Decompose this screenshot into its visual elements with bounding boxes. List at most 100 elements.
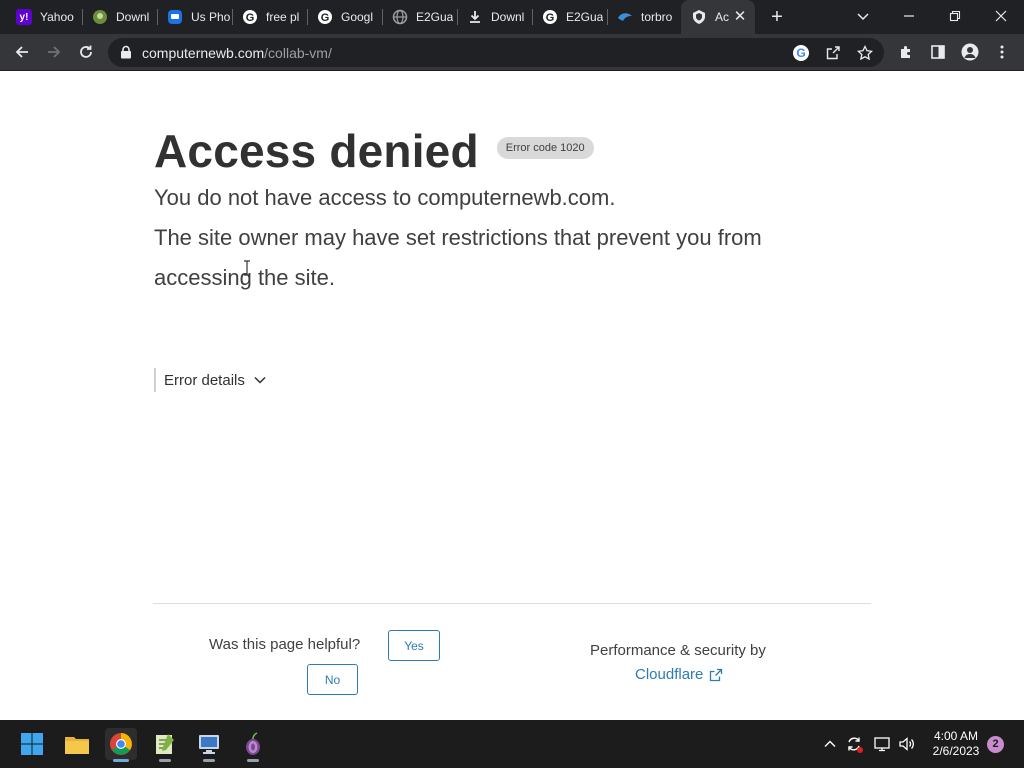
restore-icon [949,10,961,22]
profile-avatar-icon[interactable] [960,42,980,62]
extensions-icon[interactable] [896,42,916,62]
remote-desktop-taskbar-button[interactable] [193,728,225,762]
page-content: Access denied Error code 1020 You do not… [0,71,1024,720]
google-lens-icon[interactable]: G [791,43,811,63]
bookmark-star-icon[interactable] [855,43,875,63]
feedback-question: Was this page helpful? [209,636,361,653]
kebab-menu-icon[interactable] [992,42,1012,62]
arrow-left-icon [15,46,28,58]
running-indicator [113,759,129,762]
lock-icon [120,45,132,64]
google-icon: G [242,9,258,25]
cloudflare-link[interactable]: Cloudflare [635,666,723,683]
tab-download-1[interactable]: Downl [82,0,156,34]
tab-torbrowser[interactable]: torbro [607,0,681,34]
error-details-toggle[interactable]: Error details [154,368,267,392]
url-host: computernewb.com [142,45,265,61]
close-tab-icon[interactable]: ✕ [731,8,749,26]
chevron-down-icon [254,376,266,384]
network-icon[interactable] [872,734,892,754]
message-line-1: You do not have access to computernewb.c… [154,185,616,210]
monitor-icon [199,735,219,754]
minimize-icon [904,15,914,17]
svg-text:G: G [321,12,330,24]
tab-google[interactable]: G Googl [307,0,381,34]
running-indicator [159,759,171,762]
messenger-icon [167,9,183,25]
tab-access-denied[interactable]: Ac ✕ [681,0,755,34]
title-row: Access denied Error code 1020 [154,123,594,179]
reload-button[interactable] [74,40,98,64]
forward-button[interactable] [42,40,66,64]
system-clock[interactable]: 4:00 AM 2/6/2023 [924,729,988,759]
notification-badge[interactable]: 2 [987,736,1004,753]
minimize-button[interactable] [886,0,932,32]
start-button[interactable] [16,728,48,760]
tab-title: free pl [266,10,300,24]
chevron-up-icon[interactable] [820,734,840,754]
running-indicator [203,759,215,762]
clock-time: 4:00 AM [933,729,979,743]
new-tab-button[interactable]: + [766,6,788,28]
close-icon [995,10,1007,22]
tab-title: Yahoo [40,10,74,24]
url-path: /collab-vm/ [264,45,332,61]
globe-icon [392,9,408,25]
side-panel-icon[interactable] [928,42,948,62]
sync-icon[interactable] [844,734,864,754]
file-explorer-button[interactable] [61,728,93,760]
restore-button[interactable] [932,0,978,32]
url-text[interactable]: computernewb.com/collab-vm/ [142,45,332,61]
tab-us-phone[interactable]: Us Pho [157,0,231,34]
reload-icon [80,45,92,58]
google-icon: G [317,9,333,25]
error-code-badge: Error code 1020 [496,137,594,159]
tab-e2guardian-2[interactable]: G E2Gua [532,0,606,34]
tab-free-pl[interactable]: G free pl [232,0,306,34]
tab-strip: y! Yahoo Downl Us Pho G free pl G Googl … [0,0,1024,34]
external-link-icon [710,668,723,681]
address-bar[interactable]: computernewb.com/collab-vm/ G [108,38,884,67]
share-icon[interactable] [823,43,843,63]
tab-title: Downl [491,10,525,24]
tab-title: torbro [641,10,673,24]
tab-title: E2Gua [566,10,604,24]
svg-text:G: G [246,12,255,24]
cloudflare-site-icon [691,9,707,25]
tab-search-button[interactable] [840,0,886,32]
performance-label: Performance & security by [590,642,766,659]
notepadpp-taskbar-button[interactable] [149,728,181,762]
tab-title: E2Gua [416,10,454,24]
tab-download-2[interactable]: Downl [457,0,531,34]
google-icon: G [542,9,558,25]
torbrowser-icon [617,9,633,25]
download-icon [467,9,483,25]
cloudflare-link-label: Cloudflare [635,666,704,683]
windows-logo-icon [21,733,43,755]
browser-toolbar: computernewb.com/collab-vm/ G [0,34,1024,71]
chevron-down-icon [857,13,869,21]
tab-yahoo[interactable]: y! Yahoo [6,0,82,34]
tab-title: Googl [341,10,374,24]
arrow-right-icon [48,46,61,58]
notepad-icon [156,734,174,754]
volume-icon[interactable] [897,734,917,754]
back-button[interactable] [10,40,34,64]
clock-date: 2/6/2023 [932,744,980,758]
svg-text:G: G [546,12,555,24]
message-line-2: The site owner may have set restrictions… [154,225,762,250]
svg-text:G: G [796,46,805,60]
windows-taskbar: 4:00 AM 2/6/2023 2 [0,720,1024,768]
yes-button[interactable]: Yes [388,630,440,661]
folder-icon [65,737,89,754]
no-button[interactable]: No [307,664,358,695]
tab-e2guardian-1[interactable]: E2Gua [382,0,456,34]
tor-onion-icon [246,732,260,755]
tor-taskbar-button[interactable] [237,728,269,762]
close-window-button[interactable] [978,0,1024,32]
error-details-label: Error details [164,371,245,389]
yahoo-icon: y! [16,9,32,25]
chrome-taskbar-button[interactable] [105,728,137,762]
running-indicator [247,759,259,762]
page-title: Access denied [154,125,479,177]
